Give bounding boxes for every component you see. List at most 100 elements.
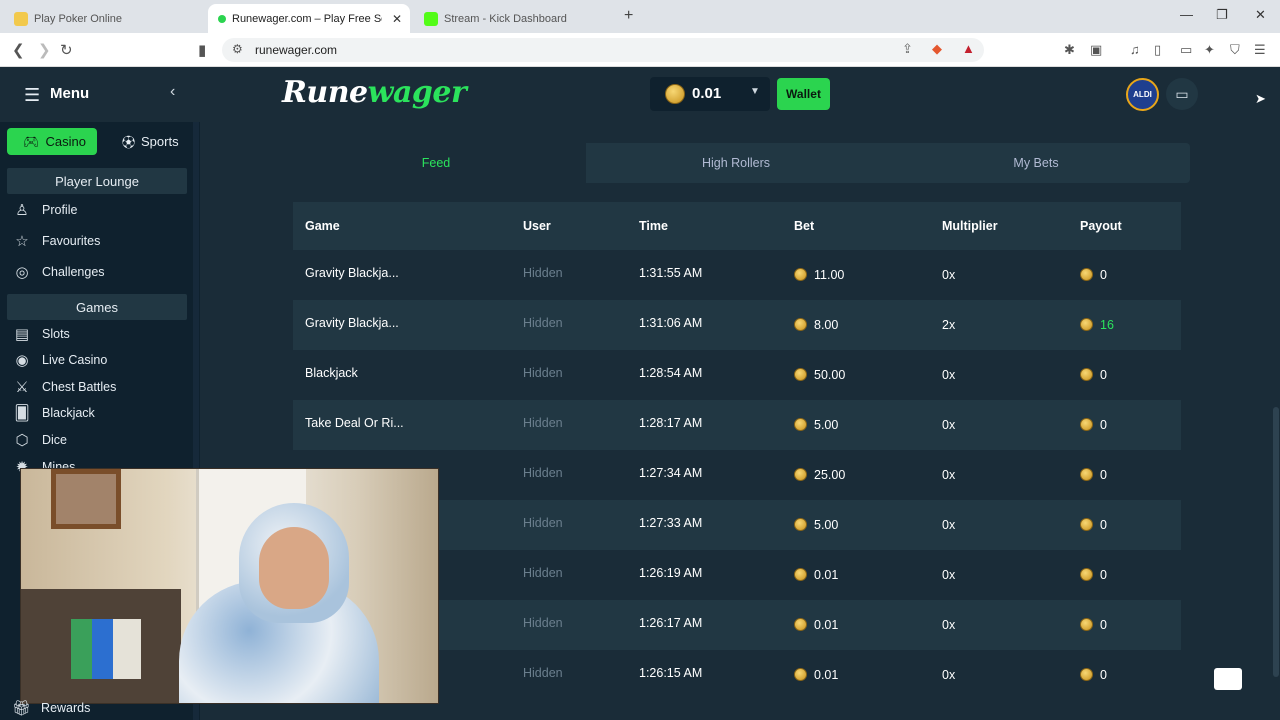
coin-icon [1080, 618, 1093, 631]
payout-amount: 16 [1100, 318, 1114, 332]
menu-label[interactable]: Menu [50, 85, 89, 102]
vpn-icon[interactable]: ⛉ [1230, 42, 1240, 58]
coin-icon [1080, 568, 1093, 581]
bookmark-icon[interactable]: ▮ [198, 41, 206, 59]
game-cell[interactable]: Blackjack [305, 366, 358, 380]
bet-cell: 5.00 [794, 418, 838, 432]
coin-icon [794, 668, 807, 681]
coin-icon [794, 368, 807, 381]
multiplier-cell: 0x [942, 668, 956, 682]
sports-toggle[interactable]: ⚽︎ Sports [106, 128, 186, 155]
time-cell: 1:31:55 AM [639, 266, 703, 280]
reader-icon[interactable]: ▣ [1090, 42, 1102, 58]
reload-icon[interactable]: ↻ [60, 41, 73, 59]
dice-icon: ⬡ [15, 432, 29, 449]
bet-amount: 25.00 [814, 468, 846, 482]
poker-favicon-icon [14, 11, 28, 26]
column-game: Game [305, 219, 340, 233]
coin-icon [1080, 268, 1093, 281]
back-icon[interactable]: ❮ [12, 41, 25, 59]
game-cell[interactable]: Gravity Blackja... [305, 316, 399, 330]
table-row[interactable]: Blackjack Hidden 1:28:54 AM 50.00 0x 0 [293, 350, 1181, 400]
sidebar-item-favourites[interactable]: ☆ Favourites [12, 229, 100, 253]
games-header[interactable]: Games [7, 294, 187, 320]
browser-tab-poker[interactable]: Play Poker Online [4, 4, 204, 33]
sidebar-item-challenges[interactable]: ◎ Challenges [12, 260, 104, 284]
leo-icon[interactable]: ✦ [1204, 42, 1215, 58]
coin-icon [1080, 368, 1093, 381]
user-cell: Hidden [523, 566, 563, 580]
window-close-icon[interactable]: ✕ [1255, 7, 1266, 23]
balance-selector[interactable]: 0.01 ▼ [650, 77, 770, 111]
feed-tabs: Feed High Rollers My Bets [286, 143, 1190, 183]
bet-amount: 0.01 [814, 568, 839, 582]
player-lounge-header[interactable]: Player Lounge [7, 168, 187, 194]
tab-feed[interactable]: Feed [286, 143, 586, 183]
runewager-logo[interactable]: Runewager [282, 75, 467, 110]
time-cell: 1:27:34 AM [639, 466, 703, 480]
game-cell[interactable]: Take Deal Or Ri... [305, 416, 404, 430]
table-row[interactable]: Gravity Blackja... Hidden 1:31:06 AM 8.00 2x… [293, 300, 1181, 350]
browser-menu-icon[interactable]: ☰ [1254, 42, 1266, 58]
bet-cell: 0.01 [794, 568, 838, 582]
cards-icon: 🂠︎ [14, 405, 30, 422]
profile-icon: ♙ [15, 202, 29, 219]
sidebar-item-dice[interactable]: ⬡ Dice [12, 428, 67, 452]
new-tab-icon[interactable]: + [624, 7, 633, 25]
music-icon[interactable]: ♫ [1130, 42, 1140, 57]
sports-label: Sports [141, 134, 179, 149]
forward-icon[interactable]: ❯ [38, 41, 51, 59]
sidebar-item-live-casino[interactable]: ◉ Live Casino [12, 348, 107, 372]
sidebar-item-chest-battles[interactable]: ⚔ Chest Battles [12, 375, 116, 399]
hamburger-icon[interactable]: ☰ [24, 85, 40, 106]
table-row[interactable]: Take Deal Or Ri... Hidden 1:28:17 AM 5.00 0x… [293, 400, 1181, 450]
browser-tab-runewager[interactable]: Runewager.com – Play Free Soci ✕ [208, 4, 410, 33]
bet-amount: 0.01 [814, 618, 839, 632]
tab-my-bets[interactable]: My Bets [886, 143, 1186, 183]
sidebar-toggle-icon[interactable]: ▯ [1154, 42, 1161, 58]
coin-icon [1080, 468, 1093, 481]
casino-toggle[interactable]: 🎮︎ Casino [7, 128, 97, 155]
collapse-sidebar-icon[interactable]: ‹ [170, 83, 175, 101]
game-cell[interactable]: Gravity Blackja... [305, 266, 399, 280]
site-settings-icon[interactable]: ⚙ [232, 42, 243, 56]
wall-picture [51, 469, 121, 529]
browser-toolbar: ❮ ❯ ↻ ▮ ⚙ runewager.com ⇪ ◆ ▲ ✱ ▣ ♫ ▯ ▭ … [0, 33, 1280, 67]
wallet-icon[interactable]: ▭ [1180, 42, 1192, 58]
payout-amount: 0 [1100, 468, 1107, 482]
chat-icon[interactable]: ▭ [1166, 78, 1198, 110]
address-bar[interactable]: ⚙ runewager.com ⇪ ◆ ▲ [222, 38, 984, 62]
support-chat-icon[interactable] [1214, 668, 1242, 690]
avatar[interactable]: ALDI [1126, 78, 1159, 111]
extensions-icon[interactable]: ✱ [1064, 42, 1075, 58]
payout-amount: 0 [1100, 668, 1107, 682]
payout-amount: 0 [1100, 268, 1107, 282]
bet-cell: 50.00 [794, 368, 845, 382]
minimize-icon[interactable]: — [1180, 7, 1193, 22]
wallet-button[interactable]: Wallet [777, 78, 830, 110]
app-header: ☰ Menu ‹ Runewager 0.01 ▼ Wallet ALDI ▭ … [0, 67, 1280, 122]
time-cell: 1:26:19 AM [639, 566, 703, 580]
coin-icon [794, 518, 807, 531]
page-scrollbar[interactable] [1273, 122, 1279, 720]
coin-icon [794, 418, 807, 431]
sidebar-item-blackjack[interactable]: 🂠︎ Blackjack [12, 401, 94, 425]
close-tab-icon[interactable]: ✕ [392, 12, 402, 26]
runewager-favicon-icon [218, 14, 226, 23]
table-row[interactable]: Gravity Blackja... Hidden 1:31:55 AM 11.00 0… [293, 250, 1181, 300]
restore-icon[interactable]: ❐ [1216, 7, 1228, 23]
browser-tab-kick[interactable]: Stream - Kick Dashboard [414, 4, 614, 33]
brave-shield-icon[interactable]: ◆ [932, 41, 942, 57]
tab-high-rollers[interactable]: High Rollers [586, 143, 886, 183]
coin-icon [794, 468, 807, 481]
sidebar-item-label: Slots [42, 327, 70, 341]
user-cell: Hidden [523, 366, 563, 380]
column-bet: Bet [794, 219, 815, 233]
brave-rewards-icon[interactable]: ▲ [962, 41, 975, 56]
tab-title: Stream - Kick Dashboard [444, 12, 567, 25]
sidebar-item-rewards[interactable]: 🎁︎ Rewards [12, 698, 90, 718]
sidebar-item-slots[interactable]: ▤ Slots [12, 322, 70, 346]
scrollbar-thumb[interactable] [1273, 407, 1279, 677]
share-icon[interactable]: ⇪ [902, 41, 913, 57]
sidebar-item-profile[interactable]: ♙ Profile [12, 198, 77, 222]
